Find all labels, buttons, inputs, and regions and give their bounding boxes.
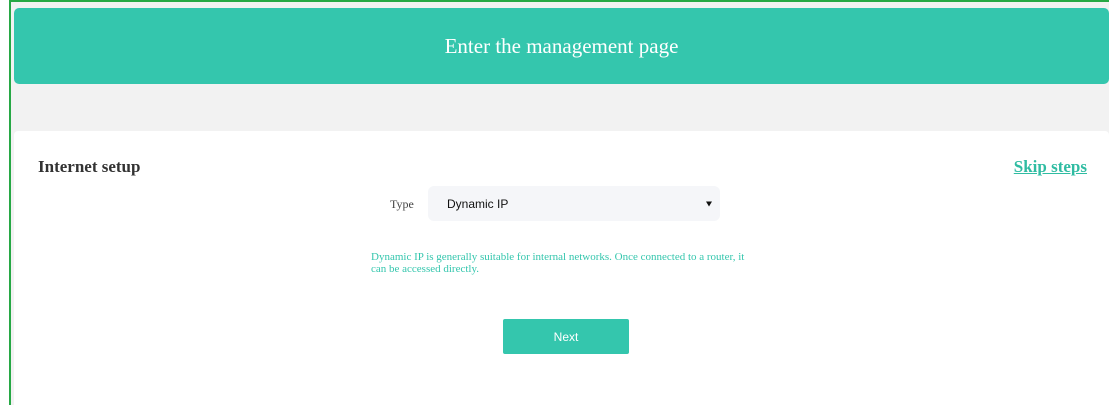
app-frame: Enter the management page Internet setup… (9, 0, 1109, 407)
page-header: Enter the management page (14, 8, 1109, 84)
connection-type-hint: Dynamic IP is generally suitable for int… (371, 251, 745, 275)
setup-card: Internet setup Skip steps Type Dynamic I… (14, 131, 1109, 407)
dropdown-triangle-icon (706, 201, 712, 206)
page-title: Enter the management page (444, 33, 679, 58)
next-button[interactable]: Next (503, 319, 629, 354)
section-title: Internet setup (38, 157, 141, 176)
skip-steps-link[interactable]: Skip steps (1014, 157, 1087, 177)
type-label: Type (390, 197, 414, 211)
connection-type-value: Dynamic IP (447, 196, 509, 211)
connection-type-select[interactable]: Dynamic IP (428, 186, 720, 221)
